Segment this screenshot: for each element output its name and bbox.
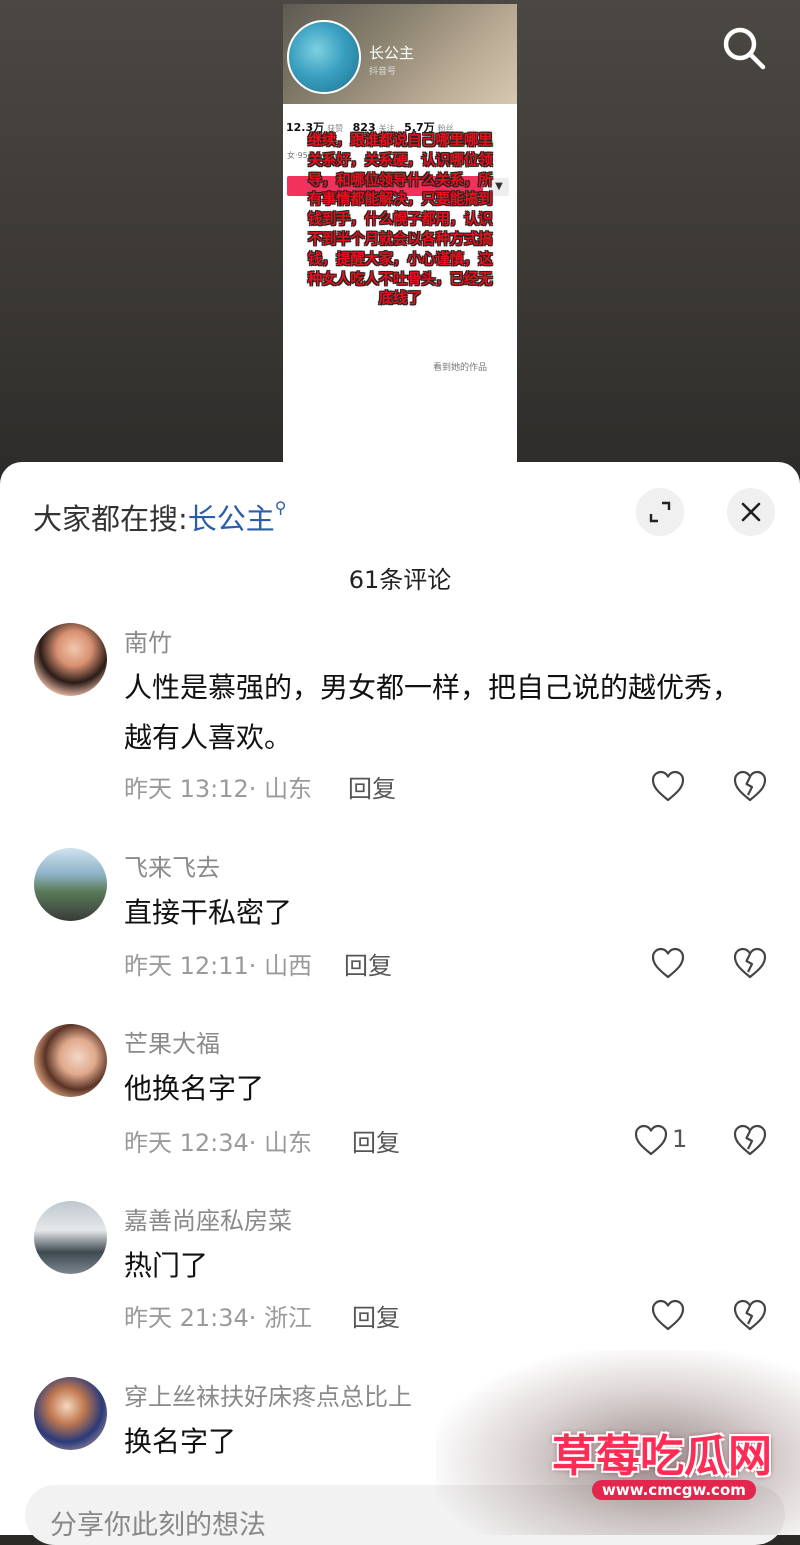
comment-text: 人性是慕强的，男女都一样，把自己说的越优秀，越有人喜欢。 <box>124 671 741 754</box>
comment-text: 他换名字了 <box>124 1072 265 1105</box>
watermark: 草莓吃瓜网 www.cmcgw.com <box>436 1350 800 1535</box>
dislike-button[interactable] <box>732 1298 768 1332</box>
comment-time: 昨天 21:34 <box>124 1304 249 1332</box>
heart-outline-icon <box>651 947 685 979</box>
heart-outline-icon <box>651 770 685 802</box>
comment-username[interactable]: 飞来飞去 <box>124 848 220 883</box>
search-button[interactable] <box>718 22 770 74</box>
comment-username[interactable]: 嘉善尚座私房菜 <box>124 1201 292 1236</box>
watermark-title: 草莓吃瓜网 <box>552 1431 772 1482</box>
like-button[interactable] <box>650 946 686 980</box>
avatar[interactable] <box>34 1377 107 1450</box>
reply-button[interactable]: 回复 <box>352 1298 400 1333</box>
like-count: 1 <box>672 1125 688 1153</box>
like-button[interactable] <box>650 1298 686 1332</box>
comment-location: 山西 <box>264 952 313 980</box>
expand-icon <box>649 501 671 523</box>
expand-button[interactable] <box>636 488 684 536</box>
dislike-button[interactable] <box>732 1123 768 1157</box>
video-frame: 长公主 抖音号 12.3万 获赞 823 关注 5.7万 粉丝 女·95岁· ▼ 看到… <box>283 4 517 466</box>
watermark-url: www.cmcgw.com <box>592 1480 756 1500</box>
like-button[interactable] <box>633 1123 669 1157</box>
works-hint: 看到她的作品 <box>433 363 488 373</box>
dislike-button[interactable] <box>732 769 768 803</box>
broken-heart-icon <box>733 1124 767 1156</box>
close-icon <box>741 502 761 522</box>
comment-time: 昨天 12:34 <box>124 1129 249 1157</box>
heart-outline-icon <box>634 1124 668 1156</box>
comment-text: 直接干私密了 <box>124 896 293 929</box>
search-icon <box>723 27 766 70</box>
reply-button[interactable]: 回复 <box>348 769 396 804</box>
comment-username[interactable]: 芒果大福 <box>124 1024 220 1059</box>
hot-search-keyword[interactable]: 长公主 <box>188 502 275 536</box>
comment-time: 昨天 13:12 <box>124 775 249 803</box>
avatar[interactable] <box>34 1201 107 1274</box>
dislike-button[interactable] <box>732 946 768 980</box>
broken-heart-icon <box>733 947 767 979</box>
heart-outline-icon <box>651 1299 685 1331</box>
comment-text: 热门了 <box>124 1249 209 1282</box>
comment-count: 61条评论 <box>348 566 452 594</box>
profile-sub: 抖音号 <box>369 67 397 77</box>
profile-avatar <box>287 20 361 94</box>
avatar[interactable] <box>34 848 107 921</box>
comment-meta: 昨天 21:34· 浙江 <box>124 1304 313 1332</box>
comment-location: 山东 <box>264 775 313 803</box>
comment-meta: 昨天 12:11· 山西 <box>124 952 313 980</box>
close-button[interactable] <box>727 488 775 536</box>
broken-heart-icon <box>733 770 767 802</box>
comment-username[interactable]: 南竹 <box>124 623 172 658</box>
reply-button[interactable]: 回复 <box>352 1123 400 1158</box>
comment-location: 山东 <box>264 1129 313 1157</box>
comment-meta: 昨天 12:34· 山东 <box>124 1129 313 1157</box>
hot-search-label: 大家都在搜: <box>33 502 188 536</box>
hot-search-bar[interactable]: 大家都在搜:长公主⚲ <box>33 496 287 538</box>
comment-username[interactable]: 穿上丝袜扶好床疼点总比上 <box>124 1377 412 1412</box>
video-caption-overlay: 继续，跟谁都说自己哪里哪里关系好，关系硬，认识哪位领导，和哪位领导什么关系，所有… <box>307 133 493 308</box>
comment-meta: 昨天 13:12· 山东 <box>124 775 313 803</box>
broken-heart-icon <box>733 1299 767 1331</box>
like-button[interactable] <box>650 769 686 803</box>
reply-button[interactable]: 回复 <box>344 946 392 981</box>
comment-location: 浙江 <box>264 1304 313 1332</box>
comment-input-placeholder: 分享你此刻的想法 <box>50 1510 266 1541</box>
profile-name: 长公主 <box>369 44 415 62</box>
comment-time: 昨天 12:11 <box>124 952 249 980</box>
avatar[interactable] <box>34 623 107 696</box>
search-small-icon: ⚲ <box>274 498 287 517</box>
avatar[interactable] <box>34 1024 107 1097</box>
